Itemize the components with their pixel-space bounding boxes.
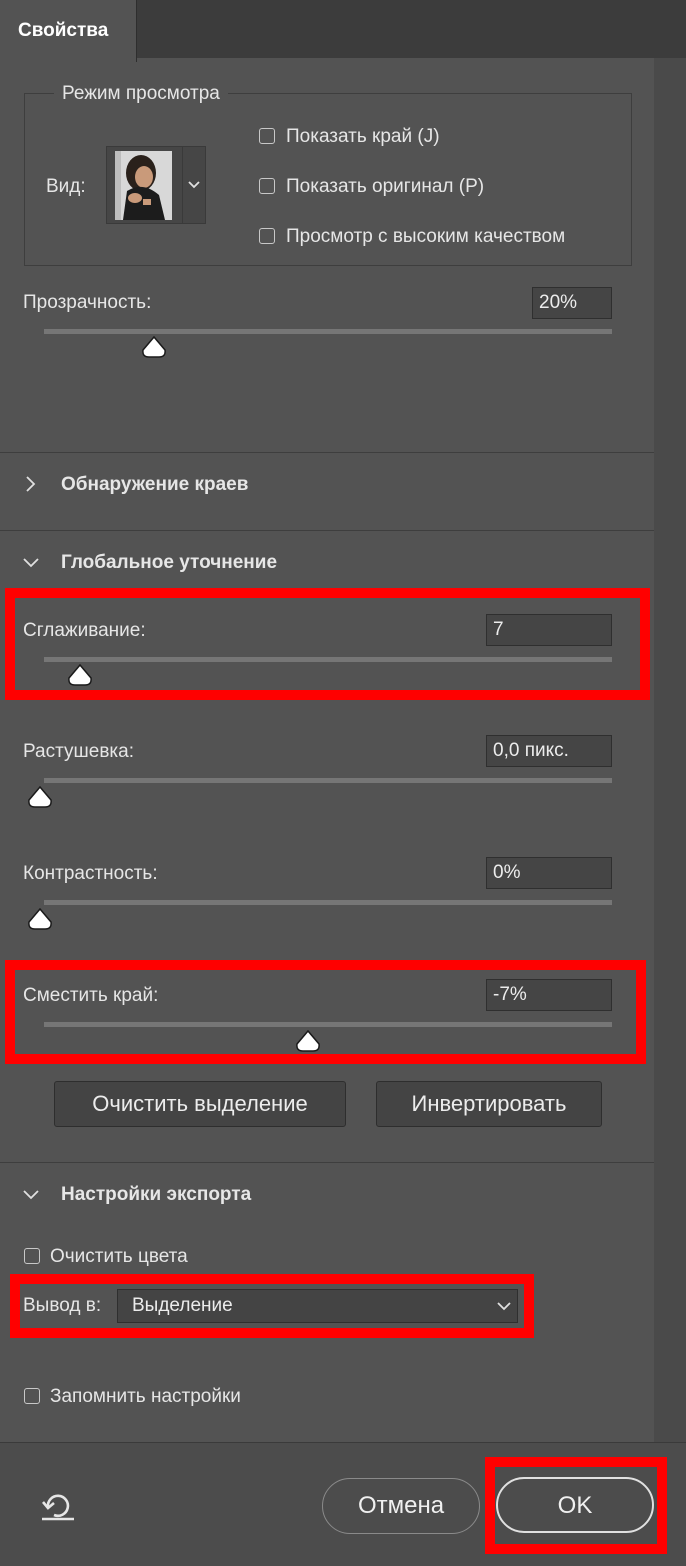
output-to-select[interactable]: Выделение (117, 1289, 518, 1323)
chevron-down-icon[interactable] (22, 556, 40, 568)
cancel-button[interactable]: Отмена (322, 1478, 480, 1534)
transparency-input[interactable]: 20% (532, 287, 612, 319)
section-export-settings[interactable]: Настройки экспорта (61, 1184, 251, 1206)
tab-properties-label: Свойства (18, 20, 109, 41)
decontaminate-colors-label: Очистить цвета (50, 1246, 188, 1267)
view-thumbnail-image (115, 151, 172, 220)
remember-settings-checkbox[interactable] (24, 1388, 40, 1404)
scrollbar[interactable] (654, 58, 686, 1442)
ok-button[interactable]: OK (496, 1477, 654, 1533)
highlight-frame (5, 960, 646, 1064)
show-original-checkbox[interactable] (259, 178, 275, 194)
decontaminate-colors-checkbox[interactable] (24, 1248, 40, 1264)
invert-button[interactable]: Инвертировать (376, 1081, 602, 1127)
slider-thumb-icon[interactable] (27, 908, 53, 930)
smooth-slider-track[interactable] (44, 657, 612, 662)
chevron-right-icon[interactable] (24, 475, 36, 493)
chevron-down-icon (497, 1302, 511, 1311)
show-original-label: Показать оригинал (P) (286, 176, 485, 197)
slider-thumb-icon[interactable] (295, 1030, 321, 1052)
output-to-label: Вывод в: (23, 1295, 102, 1316)
chevron-down-icon[interactable] (22, 1188, 40, 1200)
chevron-down-icon (188, 181, 200, 189)
contrast-input[interactable]: 0% (486, 857, 612, 889)
output-to-value: Выделение (132, 1295, 233, 1316)
slider-thumb-icon[interactable] (27, 786, 53, 808)
shift-edge-label: Сместить край: (23, 985, 159, 1006)
view-mode-legend: Режим просмотра (54, 83, 228, 105)
smooth-label: Сглаживание: (23, 620, 146, 641)
shift-edge-slider-track[interactable] (44, 1022, 612, 1027)
view-label: Вид: (46, 176, 86, 197)
slider-thumb-icon[interactable] (141, 336, 167, 358)
show-edge-checkbox[interactable] (259, 128, 275, 144)
smooth-input[interactable]: 7 (486, 614, 612, 646)
section-global-refinement[interactable]: Глобальное уточнение (61, 552, 277, 574)
remember-settings-label: Запомнить настройки (50, 1386, 241, 1407)
transparency-label: Прозрачность: (23, 292, 152, 313)
section-divider (0, 1162, 654, 1163)
shift-edge-input[interactable]: -7% (486, 979, 612, 1011)
feather-label: Растушевка: (23, 741, 135, 762)
section-divider (0, 530, 654, 531)
contrast-slider-track[interactable] (44, 900, 612, 905)
section-edge-detection[interactable]: Обнаружение краев (61, 474, 248, 496)
slider-thumb-icon[interactable] (67, 664, 93, 686)
transparency-slider-track[interactable] (44, 329, 612, 334)
contrast-label: Контрастность: (23, 863, 158, 884)
section-divider (0, 452, 654, 453)
feather-slider-track[interactable] (44, 778, 612, 783)
clear-selection-button[interactable]: Очистить выделение (54, 1081, 346, 1127)
show-edge-label: Показать край (J) (286, 126, 440, 147)
high-quality-preview-checkbox[interactable] (259, 228, 275, 244)
reset-icon[interactable] (40, 1491, 76, 1521)
feather-input[interactable]: 0,0 пикс. (486, 735, 612, 767)
high-quality-preview-label: Просмотр с высоким качеством (286, 226, 566, 247)
